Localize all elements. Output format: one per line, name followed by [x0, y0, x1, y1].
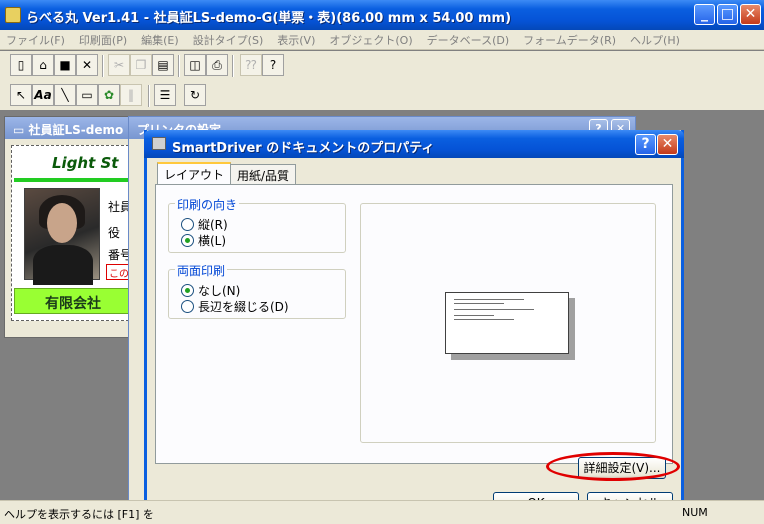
- dialog-help-button[interactable]: ?: [635, 134, 656, 155]
- label-canvas[interactable]: Light St 社員 役 番号 この 有限会社: [11, 145, 139, 321]
- tab-paper-quality[interactable]: 用紙/品質: [230, 164, 297, 184]
- menu-design-type[interactable]: 設計タイプ(S): [186, 32, 271, 48]
- duplex-none-radio[interactable]: なし(N): [181, 282, 240, 299]
- menu-database[interactable]: データベース(D): [420, 32, 517, 48]
- help-context-icon[interactable]: ⁇: [240, 54, 262, 76]
- status-bar: ヘルプを表示するには [F1] を NUM: [0, 500, 764, 524]
- help-icon[interactable]: ?: [262, 54, 284, 76]
- num-lock-indicator: NUM: [682, 506, 708, 519]
- card-photo[interactable]: [24, 188, 100, 285]
- duplex-long-edge-radio[interactable]: 長辺を綴じる(D): [181, 298, 289, 315]
- preview-page-icon: [445, 292, 569, 354]
- duplex-group: 両面印刷 なし(N) 長辺を綴じる(D): [168, 262, 346, 319]
- duplex-label: 両面印刷: [175, 262, 228, 279]
- card-footer: 有限会社: [14, 288, 138, 314]
- print-icon[interactable]: ⎙: [206, 54, 228, 76]
- card-text-line: 役: [108, 226, 121, 240]
- dialog-titlebar[interactable]: SmartDriver のドキュメントのプロパティ ? ✕: [144, 130, 684, 158]
- menu-edit[interactable]: 編集(E): [134, 32, 186, 48]
- print-preview-icon[interactable]: ◫: [184, 54, 206, 76]
- text-tool-icon[interactable]: Aa: [32, 84, 54, 106]
- menu-object[interactable]: オブジェクト(O): [322, 32, 419, 48]
- window-title: らべる丸 Ver1.41 - 社員証LS-demo-G(単票・表)(86.00 …: [26, 11, 512, 26]
- radio-long-edge-indicator[interactable]: [181, 300, 194, 313]
- dialog-close-button[interactable]: ✕: [657, 134, 678, 155]
- line-tool-icon[interactable]: ╲: [54, 84, 76, 106]
- radio-none-indicator[interactable]: [181, 284, 194, 297]
- orientation-label: 印刷の向き: [175, 196, 240, 213]
- tools-toolbar: ↖ Aa ╲ ▭ ✿ ‖ ☰ ↻: [0, 81, 764, 111]
- paste-icon[interactable]: ▤: [152, 54, 174, 76]
- list-icon[interactable]: ☰: [154, 84, 176, 106]
- document-icon: ▭: [13, 123, 29, 137]
- orientation-landscape-radio[interactable]: 横(L): [181, 232, 226, 249]
- maximize-button[interactable]: □: [717, 4, 738, 25]
- dialog-title: SmartDriver のドキュメントのプロパティ: [172, 141, 435, 156]
- radio-landscape-indicator[interactable]: [181, 234, 194, 247]
- save-icon[interactable]: ■: [54, 54, 76, 76]
- cut-icon[interactable]: ✂: [108, 54, 130, 76]
- main-titlebar[interactable]: らべる丸 Ver1.41 - 社員証LS-demo-G(単票・表)(86.00 …: [0, 0, 764, 30]
- image-tool-icon[interactable]: ✿: [98, 84, 120, 106]
- highlight-ellipse: [546, 452, 680, 481]
- barcode-tool-icon[interactable]: ‖: [120, 84, 142, 106]
- rect-tool-icon[interactable]: ▭: [76, 84, 98, 106]
- select-arrow-icon[interactable]: ↖: [10, 84, 32, 106]
- menu-file[interactable]: ファイル(F): [0, 32, 72, 48]
- orientation-portrait-radio[interactable]: 縦(R): [181, 216, 228, 233]
- status-text: ヘルプを表示するには [F1] を: [4, 508, 154, 521]
- menu-bar: ファイル(F) 印刷面(P) 編集(E) 設計タイプ(S) 表示(V) オブジェ…: [0, 30, 764, 50]
- refresh-icon[interactable]: ↻: [184, 84, 206, 106]
- menu-view[interactable]: 表示(V): [270, 32, 322, 48]
- card-title: Light St: [52, 154, 119, 172]
- dialog-tabs: レイアウト 用紙/品質: [157, 162, 297, 184]
- card-divider: [14, 178, 138, 182]
- radio-portrait-indicator[interactable]: [181, 218, 194, 231]
- app-icon: [5, 7, 21, 23]
- tab-layout[interactable]: レイアウト: [157, 162, 232, 184]
- open-icon[interactable]: ⌂: [32, 54, 54, 76]
- layout-preview: [360, 203, 656, 443]
- minimize-button[interactable]: _: [694, 4, 715, 25]
- close-button[interactable]: ✕: [740, 4, 761, 25]
- delete-icon[interactable]: ✕: [76, 54, 98, 76]
- menu-print-side[interactable]: 印刷面(P): [72, 32, 134, 48]
- menu-help[interactable]: ヘルプ(H): [623, 32, 687, 48]
- new-icon[interactable]: ▯: [10, 54, 32, 76]
- menu-form-data[interactable]: フォームデータ(R): [516, 32, 623, 48]
- orientation-group: 印刷の向き 縦(R) 横(L): [168, 196, 346, 253]
- printer-icon: [152, 137, 166, 150]
- standard-toolbar: ▯ ⌂ ■ ✕ ✂ ❐ ▤ ◫ ⎙ ⁇ ?: [0, 51, 764, 81]
- layout-panel: 印刷の向き 縦(R) 横(L) 両面印刷 なし(N) 長辺を綴じる(D) 詳細設…: [155, 184, 673, 479]
- copy-icon[interactable]: ❐: [130, 54, 152, 76]
